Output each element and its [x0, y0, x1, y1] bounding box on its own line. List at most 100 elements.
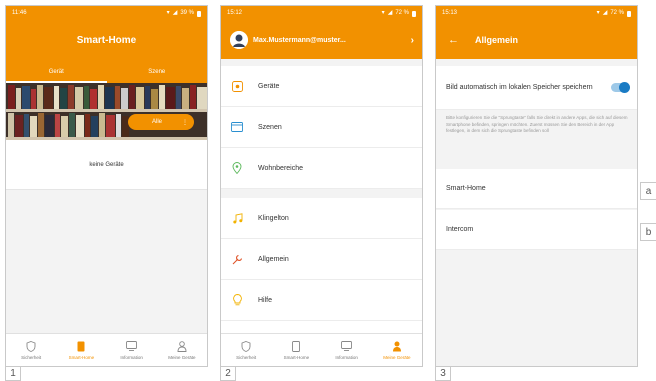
- avatar: [230, 31, 248, 49]
- message-icon: [341, 340, 353, 352]
- scenes-icon: [231, 121, 243, 133]
- tab-bar: Gerät Szene: [6, 61, 207, 83]
- nav-security[interactable]: Sicherheit: [221, 334, 271, 366]
- nav-security-label: Sicherheit: [236, 355, 257, 360]
- battery-icon: [197, 10, 201, 17]
- battery-percent: 72 %: [395, 10, 409, 16]
- account-email: Max.Mustermann@muster...: [253, 36, 346, 44]
- room-filter-label: Alle: [152, 119, 163, 125]
- person-icon: [176, 340, 188, 352]
- menu-group-primary: Geräte Szenen Wohnbereiche: [221, 66, 422, 189]
- lightbulb-icon: [231, 294, 243, 306]
- account-header[interactable]: Max.Mustermann@muster... ›: [221, 21, 422, 59]
- bookshelf-illustration: [6, 83, 207, 140]
- signal-icon: ◢: [602, 10, 608, 16]
- empty-state-text: keine Geräte: [89, 161, 124, 168]
- back-arrow-icon[interactable]: ←: [448, 34, 459, 46]
- screen-number-3: 3: [435, 367, 451, 381]
- phone-screen-smart-home: 11:46 ▾ ◢ 39 % Smart-Home Gerät Szene Al…: [5, 5, 208, 367]
- music-note-icon: [231, 212, 243, 224]
- wifi-icon: ▾: [596, 10, 600, 16]
- nav-smart-home[interactable]: Smart-Home: [271, 334, 321, 366]
- menu-item-help[interactable]: Hilfe: [221, 280, 422, 321]
- menu-item-help-label: Hilfe: [258, 296, 273, 304]
- room-filter-button[interactable]: Alle ⋮: [128, 114, 194, 130]
- status-icons: ▾ ◢ 72 %: [382, 6, 416, 21]
- bottom-navigation: Sicherheit Smart-Home Information Meine …: [6, 333, 207, 366]
- page-title: Allgemein: [475, 35, 519, 45]
- wifi-icon: ▾: [381, 10, 385, 16]
- menu-item-living-areas[interactable]: Wohnbereiche: [221, 148, 422, 189]
- nav-information[interactable]: Information: [322, 334, 372, 366]
- screen-number-2: 2: [220, 367, 236, 381]
- auto-save-label: Bild automatisch im lokalen Speicher spe…: [446, 84, 593, 91]
- more-vertical-icon: ⋮: [182, 119, 188, 126]
- nav-my-devices[interactable]: Meine Geräte: [157, 334, 207, 366]
- menu-item-devices[interactable]: Geräte: [221, 66, 422, 107]
- menu-item-scenes[interactable]: Szenen: [221, 107, 422, 148]
- nav-information-label: Information: [335, 355, 358, 360]
- signal-icon: ◢: [387, 10, 393, 16]
- nav-smart-home[interactable]: Smart-Home: [56, 334, 106, 366]
- smart-home-icon: [290, 340, 302, 352]
- status-time: 11:46: [12, 10, 27, 16]
- phone-screen-settings-menu: 15:12 ▾ ◢ 72 % Max.Mustermann@muster... …: [220, 5, 423, 367]
- menu-item-ringtone-label: Klingelton: [258, 214, 289, 222]
- wifi-icon: ▾: [166, 10, 170, 16]
- screen-number-1: 1: [5, 367, 21, 381]
- battery-percent: 72 %: [610, 10, 624, 16]
- wrench-icon: [231, 253, 243, 265]
- auto-save-toggle[interactable]: [611, 82, 630, 93]
- room-banner-image: [6, 83, 207, 140]
- callout-label-b: b: [640, 223, 656, 241]
- nav-information-label: Information: [120, 355, 143, 360]
- callout-label-a: a: [640, 182, 656, 200]
- location-icon: [231, 162, 243, 174]
- jump-target-smart-home[interactable]: Smart-Home: [436, 169, 637, 209]
- nav-security-label: Sicherheit: [21, 355, 42, 360]
- shield-icon: [25, 340, 37, 352]
- status-time: 15:13: [442, 10, 458, 16]
- nav-my-devices-label: Meine Geräte: [383, 355, 411, 360]
- nav-smart-home-label: Smart-Home: [68, 355, 95, 360]
- smart-home-icon: [75, 340, 87, 352]
- tab-scene[interactable]: Szene: [107, 61, 208, 83]
- menu-item-general[interactable]: Allgemein: [221, 239, 422, 280]
- battery-icon: [627, 10, 631, 17]
- jump-target-intercom-label: Intercom: [446, 226, 474, 233]
- battery-percent: 39 %: [180, 10, 194, 16]
- jump-key-hint: Bitte konfigurieren Sie die "Sprungtaste…: [446, 115, 628, 133]
- page-title: Smart-Home: [6, 21, 207, 61]
- status-icons: ▾ ◢ 72 %: [597, 6, 631, 21]
- tab-device[interactable]: Gerät: [6, 61, 107, 83]
- shield-icon: [240, 340, 252, 352]
- battery-icon: [412, 10, 416, 17]
- phone-screen-general-settings: 15:13 ▾ ◢ 72 % ← Allgemein Bild automati…: [435, 5, 638, 367]
- chevron-right-icon: ›: [410, 34, 414, 46]
- jump-target-intercom[interactable]: Intercom: [436, 210, 637, 250]
- nav-my-devices-label: Meine Geräte: [168, 355, 196, 360]
- devices-icon: [231, 80, 243, 92]
- nav-information[interactable]: Information: [107, 334, 157, 366]
- jump-target-smart-home-label: Smart-Home: [446, 185, 486, 192]
- toggle-knob: [619, 82, 630, 93]
- status-bar: 11:46 ▾ ◢ 39 %: [6, 6, 207, 21]
- app-bar: ← Allgemein: [436, 21, 637, 59]
- menu-item-general-label: Allgemein: [258, 255, 289, 263]
- menu-item-devices-label: Geräte: [258, 82, 280, 90]
- menu-item-scenes-label: Szenen: [258, 123, 282, 131]
- status-bar: 15:13 ▾ ◢ 72 %: [436, 6, 637, 21]
- nav-smart-home-label: Smart-Home: [283, 355, 310, 360]
- menu-item-partial[interactable]: [221, 321, 422, 333]
- nav-my-devices[interactable]: Meine Geräte: [372, 334, 422, 366]
- status-time: 15:12: [227, 10, 243, 16]
- signal-icon: ◢: [172, 10, 178, 16]
- bottom-navigation: Sicherheit Smart-Home Information Meine …: [221, 333, 422, 366]
- status-icons: ▾ ◢ 39 %: [167, 6, 201, 21]
- auto-save-setting: Bild automatisch im lokalen Speicher spe…: [436, 66, 637, 110]
- person-icon: [391, 340, 403, 352]
- menu-item-ringtone[interactable]: Klingelton: [221, 198, 422, 239]
- menu-item-living-areas-label: Wohnbereiche: [258, 164, 304, 172]
- menu-group-secondary: Klingelton Allgemein Hilfe: [221, 198, 422, 333]
- nav-security[interactable]: Sicherheit: [6, 334, 56, 366]
